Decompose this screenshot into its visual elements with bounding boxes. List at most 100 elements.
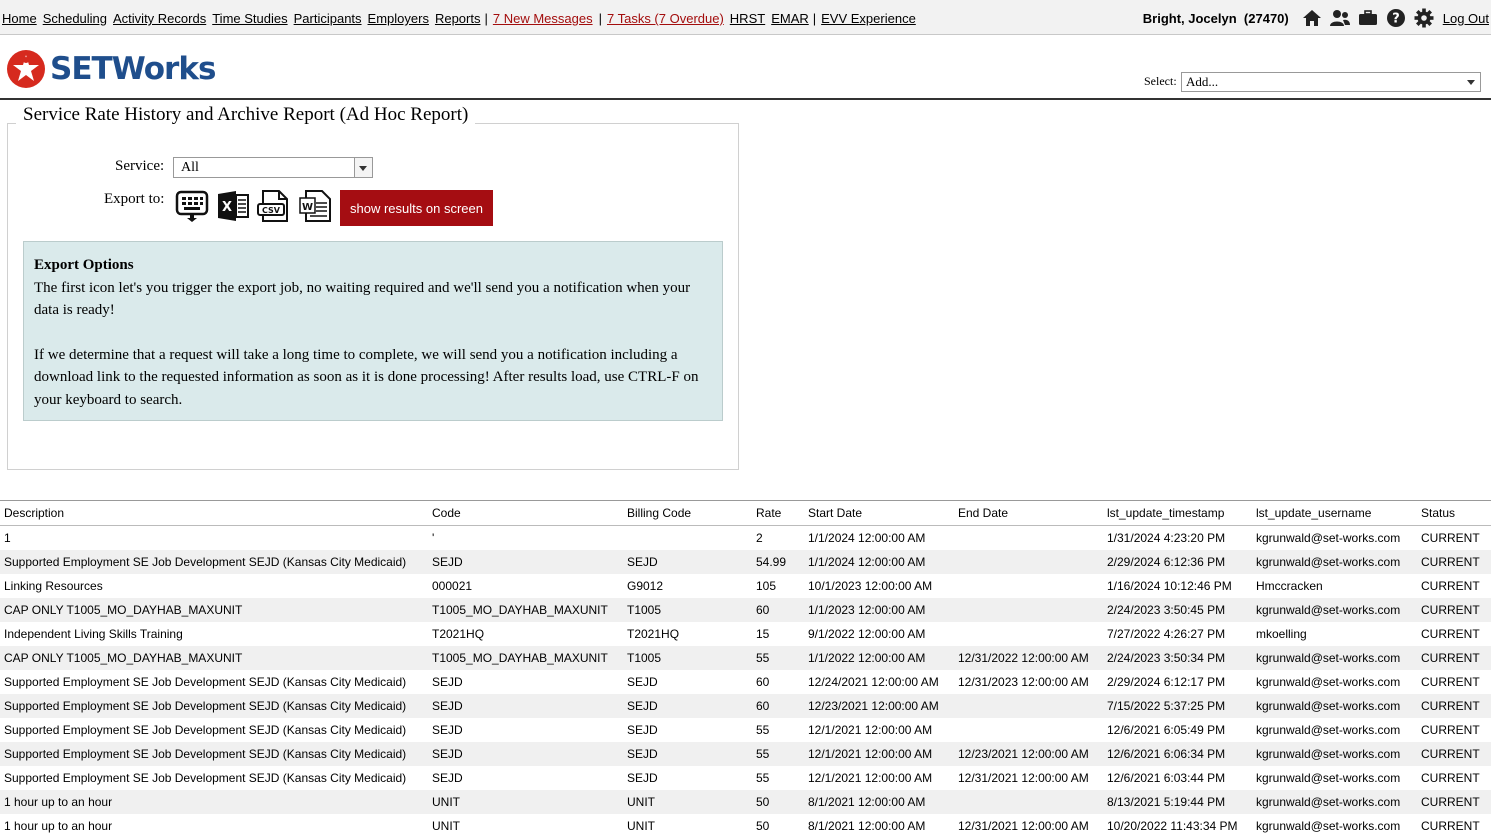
home-icon[interactable]: [1301, 7, 1323, 29]
table-cell: G9012: [623, 574, 752, 598]
nav-link-reports[interactable]: Reports: [435, 11, 481, 26]
table-cell: CAP ONLY T1005_MO_DAYHAB_MAXUNIT: [0, 598, 428, 622]
table-cell: SEJD: [623, 718, 752, 742]
table-cell: Supported Employment SE Job Development …: [0, 670, 428, 694]
service-select[interactable]: All: [173, 157, 373, 178]
table-cell: 9/1/2022 12:00:00 AM: [804, 622, 954, 646]
table-cell: 1/1/2023 12:00:00 AM: [804, 598, 954, 622]
table-cell: CURRENT: [1417, 814, 1491, 838]
table-cell: 50: [752, 814, 804, 838]
svg-text:CSV: CSV: [262, 206, 281, 215]
nav-link-participants[interactable]: Participants: [294, 11, 362, 26]
table-cell: kgrunwald@set-works.com: [1252, 670, 1417, 694]
table-cell: CURRENT: [1417, 766, 1491, 790]
user-box: Bright, Jocelyn (27470) ? Log Out: [1143, 7, 1489, 29]
table-cell: UNIT: [623, 790, 752, 814]
setworks-logo[interactable]: SETWorks: [6, 49, 215, 89]
table-cell: kgrunwald@set-works.com: [1252, 550, 1417, 574]
top-nav-bar: Home Scheduling Activity Records Time Studi…: [0, 0, 1491, 35]
table-header-row: DescriptionCodeBilling CodeRateStart Dat…: [0, 501, 1491, 526]
nav-link-time-studies[interactable]: Time Studies: [212, 11, 287, 26]
table-cell: CURRENT: [1417, 598, 1491, 622]
column-header[interactable]: Start Date: [804, 501, 954, 526]
table-cell: kgrunwald@set-works.com: [1252, 646, 1417, 670]
logout-link[interactable]: Log Out: [1443, 11, 1489, 26]
export-options-text-1: The first icon let's you trigger the exp…: [34, 277, 712, 322]
table-cell: kgrunwald@set-works.com: [1252, 598, 1417, 622]
table-cell: 12/6/2021 6:06:34 PM: [1103, 742, 1252, 766]
users-icon[interactable]: [1329, 7, 1351, 29]
table-cell: SEJD: [428, 742, 623, 766]
column-header[interactable]: Status: [1417, 501, 1491, 526]
table-cell: 55: [752, 646, 804, 670]
column-header[interactable]: lst_update_timestamp: [1103, 501, 1252, 526]
word-icon[interactable]: W: [298, 189, 332, 223]
excel-icon[interactable]: X: [216, 189, 250, 223]
column-header[interactable]: Description: [0, 501, 428, 526]
table-cell: [954, 694, 1103, 718]
table-cell: 8/1/2021 12:00:00 AM: [804, 814, 954, 838]
nav-link-home[interactable]: Home: [2, 11, 37, 26]
add-select-value: Add...: [1186, 74, 1218, 89]
table-cell: 000021: [428, 574, 623, 598]
table-cell: Independent Living Skills Training: [0, 622, 428, 646]
table-cell: SEJD: [428, 550, 623, 574]
table-cell: kgrunwald@set-works.com: [1252, 766, 1417, 790]
table-cell: kgrunwald@set-works.com: [1252, 694, 1417, 718]
table-cell: Supported Employment SE Job Development …: [0, 766, 428, 790]
table-cell: 1/31/2024 4:23:20 PM: [1103, 526, 1252, 551]
table-cell: 2/29/2024 6:12:17 PM: [1103, 670, 1252, 694]
table-row: 1 hour up to an hourUNITUNIT508/1/2021 1…: [0, 814, 1491, 838]
gear-icon[interactable]: [1413, 7, 1435, 29]
table-cell: 12/1/2021 12:00:00 AM: [804, 766, 954, 790]
column-header[interactable]: Rate: [752, 501, 804, 526]
background-export-icon[interactable]: [175, 189, 209, 223]
table-cell: kgrunwald@set-works.com: [1252, 526, 1417, 551]
table-cell: CURRENT: [1417, 790, 1491, 814]
svg-text:?: ?: [1392, 12, 1400, 27]
table-cell: 2/24/2023 3:50:45 PM: [1103, 598, 1252, 622]
nav-link-emar[interactable]: EMAR: [771, 11, 809, 26]
table-cell: [954, 550, 1103, 574]
table-cell: [954, 526, 1103, 551]
table-cell: CURRENT: [1417, 550, 1491, 574]
table-cell: [623, 526, 752, 551]
table-cell: [954, 718, 1103, 742]
table-cell: 12/31/2022 12:00:00 AM: [954, 646, 1103, 670]
table-cell: 60: [752, 598, 804, 622]
tasks-link[interactable]: 7 Tasks (7 Overdue): [607, 11, 724, 26]
table-cell: 12/31/2023 12:00:00 AM: [954, 670, 1103, 694]
add-select[interactable]: Add...: [1181, 72, 1481, 92]
export-options-panel: Export Options The first icon let's you …: [23, 241, 723, 421]
table-cell: 12/23/2021 12:00:00 AM: [804, 694, 954, 718]
nav-link-hrst[interactable]: HRST: [730, 11, 765, 26]
table-cell: T1005_MO_DAYHAB_MAXUNIT: [428, 646, 623, 670]
table-cell: 12/24/2021 12:00:00 AM: [804, 670, 954, 694]
messages-link[interactable]: 7 New Messages: [493, 11, 593, 26]
nav-link-evv-experience[interactable]: EVV Experience: [821, 11, 916, 26]
nav-link-activity-records[interactable]: Activity Records: [113, 11, 206, 26]
table-cell: T1005: [623, 646, 752, 670]
column-header[interactable]: End Date: [954, 501, 1103, 526]
nav-link-employers[interactable]: Employers: [368, 11, 429, 26]
table-cell: mkoelling: [1252, 622, 1417, 646]
table-row: Supported Employment SE Job Development …: [0, 670, 1491, 694]
column-header[interactable]: lst_update_username: [1252, 501, 1417, 526]
table-cell: 105: [752, 574, 804, 598]
column-header[interactable]: Code: [428, 501, 623, 526]
nav-link-scheduling[interactable]: Scheduling: [43, 11, 107, 26]
column-header[interactable]: Billing Code: [623, 501, 752, 526]
setworks-star-icon: [6, 49, 46, 89]
table-cell: CURRENT: [1417, 742, 1491, 766]
table-row: Supported Employment SE Job Development …: [0, 550, 1491, 574]
table-cell: UNIT: [428, 790, 623, 814]
csv-icon[interactable]: CSV: [257, 189, 291, 223]
table-cell: [954, 574, 1103, 598]
briefcase-icon[interactable]: [1357, 7, 1379, 29]
help-icon[interactable]: ?: [1385, 7, 1407, 29]
table-row: CAP ONLY T1005_MO_DAYHAB_MAXUNITT1005_MO…: [0, 598, 1491, 622]
table-cell: 8/13/2021 5:19:44 PM: [1103, 790, 1252, 814]
table-cell: 12/1/2021 12:00:00 AM: [804, 718, 954, 742]
show-results-button[interactable]: show results on screen: [340, 190, 493, 226]
report-title: Service Rate History and Archive Report …: [16, 104, 475, 126]
